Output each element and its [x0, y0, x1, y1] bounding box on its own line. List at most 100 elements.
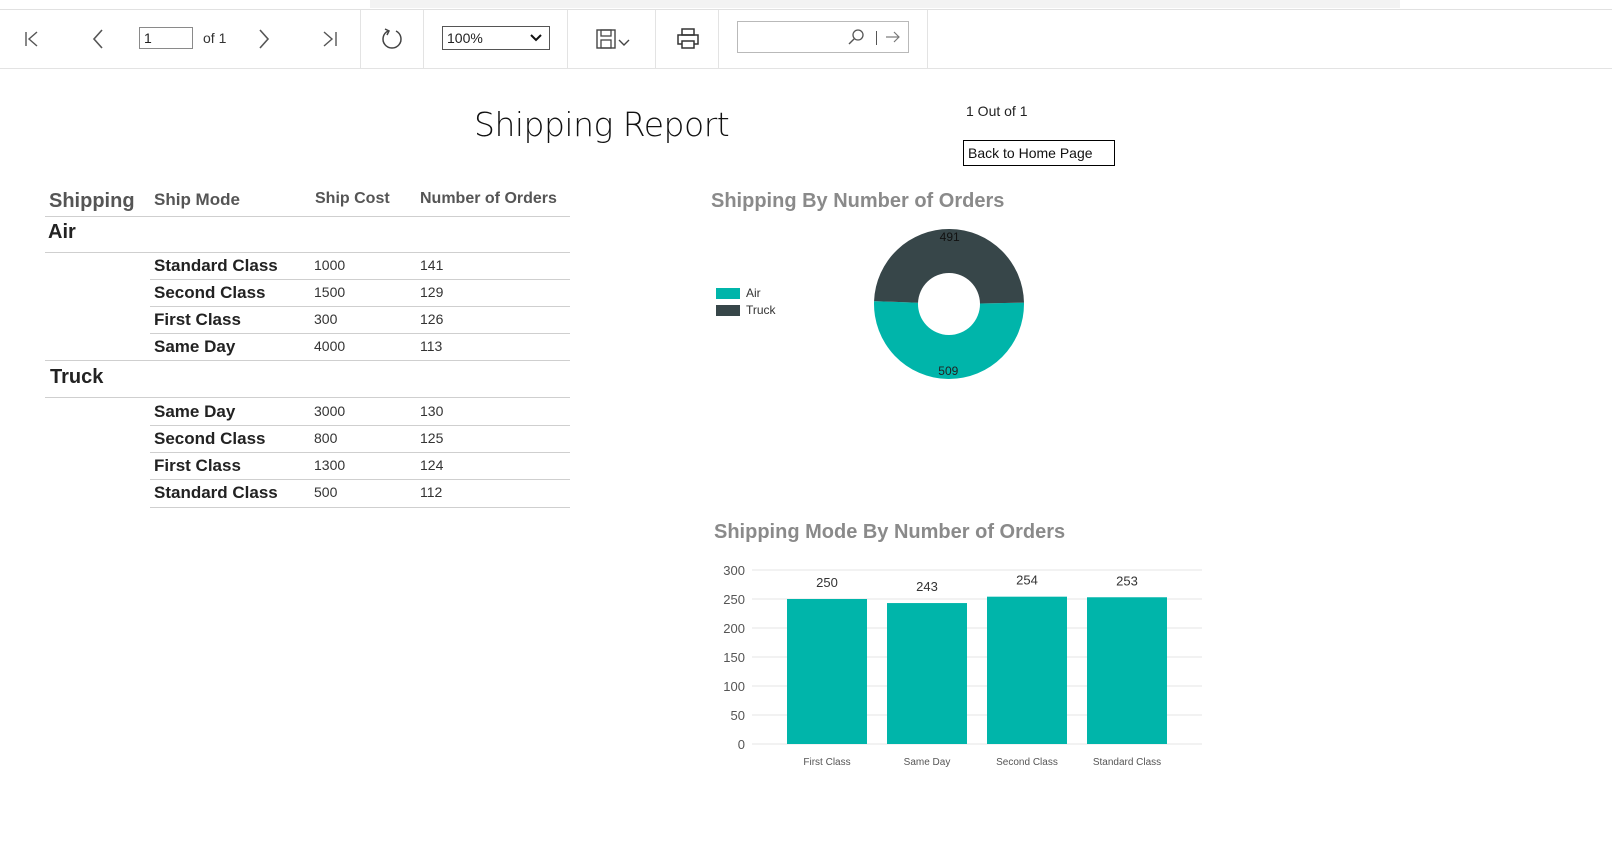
- report-title: Shipping Report: [474, 105, 730, 144]
- save-icon: [596, 29, 616, 49]
- report-toolbar: of 1 100%: [0, 10, 1612, 69]
- ship-cost-cell: 1500: [314, 284, 346, 300]
- ship-mode-cell: Second Class: [154, 283, 266, 302]
- group-rule: [45, 360, 570, 361]
- orders-cell: 130: [420, 403, 444, 419]
- header-ship-mode: Ship Mode: [154, 190, 240, 209]
- ship-cost-cell: 800: [314, 430, 338, 446]
- legend-label: Air: [746, 286, 761, 300]
- orders-cell: 126: [420, 311, 444, 327]
- print-icon: [677, 28, 699, 49]
- y-tick-label: 300: [723, 563, 745, 578]
- page-number-input[interactable]: [139, 27, 193, 49]
- group-label-truck: Truck: [50, 366, 104, 388]
- ship-mode-cell: First Class: [154, 310, 241, 329]
- chevron-left-icon: [92, 29, 103, 49]
- next-page-button[interactable]: [252, 24, 276, 54]
- export-button[interactable]: [590, 24, 636, 54]
- ship-mode-cell: First Class: [154, 456, 241, 475]
- bar-data-label: 253: [1116, 573, 1138, 588]
- chevron-down-icon: [618, 39, 630, 46]
- y-tick-label: 250: [723, 592, 745, 607]
- header-number-of-orders: Number of Orders: [420, 190, 557, 207]
- row-rule: [150, 333, 570, 334]
- toolbar-separator: [655, 10, 656, 68]
- bar-data-label: 254: [1016, 573, 1038, 588]
- orders-cell: 124: [420, 457, 444, 473]
- bar: [1087, 597, 1167, 744]
- row-rule: [150, 279, 570, 280]
- page-count: 1 Out of 1: [966, 103, 1028, 119]
- ship-mode-cell: Standard Class: [154, 483, 278, 502]
- ship-mode-cell: Second Class: [154, 429, 266, 448]
- search-icon: [848, 29, 864, 45]
- first-page-icon: [25, 31, 38, 47]
- ship-cost-cell: 300: [314, 311, 338, 327]
- ship-cost-cell: 1300: [314, 457, 346, 473]
- group-label-air: Air: [48, 221, 76, 243]
- row-rule: [150, 479, 570, 480]
- toolbar-separator: [360, 10, 361, 68]
- zoom-value: 100%: [447, 30, 483, 46]
- print-button[interactable]: [674, 24, 702, 54]
- y-tick-label: 100: [723, 679, 745, 694]
- orders-cell: 112: [420, 484, 443, 500]
- x-tick-label: Same Day: [904, 757, 951, 768]
- donut-data-label: 509: [938, 364, 958, 378]
- bar-data-label: 243: [916, 579, 938, 594]
- row-rule: [150, 452, 570, 453]
- toolbar-separator: [423, 10, 424, 68]
- header-rule: [45, 216, 570, 217]
- x-tick-label: Second Class: [996, 757, 1058, 768]
- toolbar-separator: [927, 10, 928, 68]
- ship-cost-cell: 4000: [314, 338, 346, 354]
- header-ship-cost: Ship Cost: [315, 190, 390, 207]
- bar: [987, 596, 1067, 744]
- donut-chart: 509 491: [874, 229, 1024, 380]
- y-tick-label: 150: [723, 650, 745, 665]
- y-tick-label: 50: [731, 708, 745, 723]
- orders-cell: 125: [420, 430, 444, 446]
- bar-data-label: 250: [816, 575, 838, 590]
- row-rule: [150, 306, 570, 307]
- legend-item-air: Air: [716, 286, 761, 300]
- bar: [787, 599, 867, 744]
- bar: [887, 603, 967, 744]
- toolbar-separator: [718, 10, 719, 68]
- row-rule: [150, 425, 570, 426]
- donut-data-label: 491: [940, 230, 960, 244]
- last-page-button[interactable]: [318, 24, 342, 54]
- chevron-right-icon: [259, 29, 270, 49]
- legend-swatch: [716, 287, 740, 299]
- orders-cell: 141: [420, 257, 444, 273]
- first-page-button[interactable]: [20, 24, 44, 54]
- orders-cell: 113: [420, 338, 443, 354]
- ship-mode-cell: Same Day: [154, 402, 236, 421]
- tab-strip: [370, 0, 1400, 8]
- back-to-home-button[interactable]: Back to Home Page: [963, 140, 1115, 166]
- find-divider: [876, 31, 877, 45]
- x-tick-label: First Class: [803, 757, 850, 768]
- ship-mode-cell: Standard Class: [154, 256, 278, 275]
- bar-chart-title: Shipping Mode By Number of Orders: [714, 521, 1066, 543]
- ship-cost-cell: 3000: [314, 403, 346, 419]
- header-shipping: Shipping: [49, 190, 135, 212]
- group-rule: [45, 397, 570, 398]
- page-total-label: of 1: [203, 30, 227, 46]
- y-tick-label: 200: [723, 621, 745, 636]
- zoom-select[interactable]: 100%: [442, 26, 550, 50]
- ship-mode-cell: Same Day: [154, 337, 236, 356]
- refresh-button[interactable]: [378, 24, 406, 54]
- refresh-icon: [382, 28, 402, 49]
- last-page-icon: [323, 31, 337, 47]
- chevron-down-icon: [530, 34, 542, 42]
- bar-chart: 0 50 100 150 200 250 300 250 First Class 243 Same …: [723, 563, 1202, 768]
- arrow-right-icon[interactable]: [885, 29, 901, 45]
- x-tick-label: Standard Class: [1093, 757, 1161, 768]
- previous-page-button[interactable]: [86, 24, 110, 54]
- row-rule: [150, 507, 570, 508]
- legend-item-truck: Truck: [716, 303, 776, 317]
- group-rule: [45, 252, 570, 253]
- find-input[interactable]: [737, 21, 909, 53]
- ship-cost-cell: 1000: [314, 257, 346, 273]
